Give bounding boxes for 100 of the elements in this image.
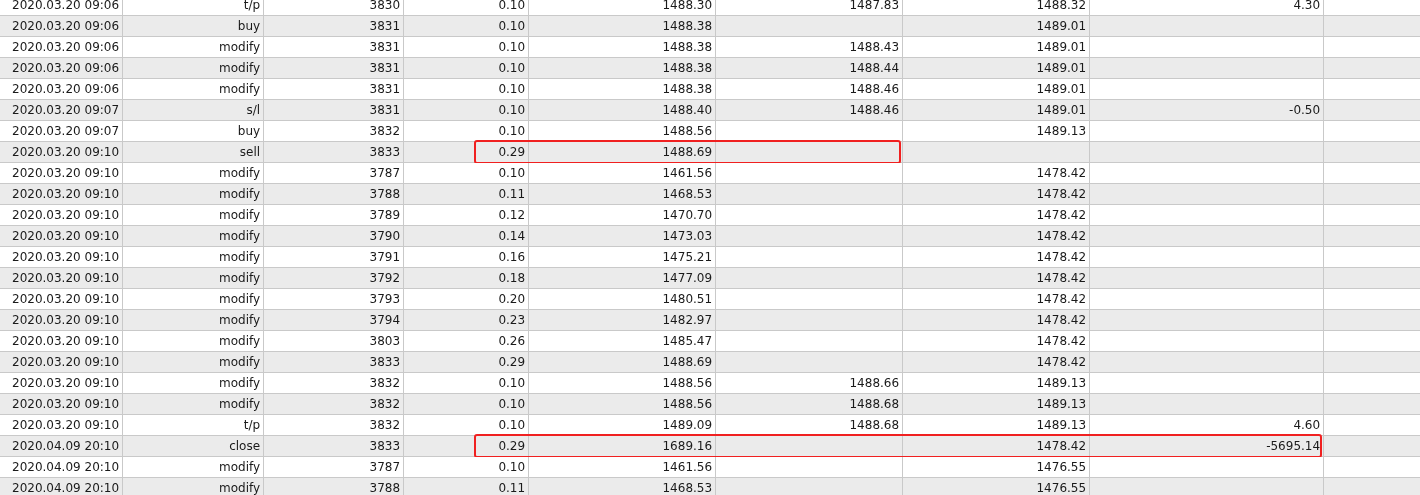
table-cell: 0.10: [498, 19, 526, 33]
table-cell: 0.10: [498, 40, 526, 54]
table-cell: 3831: [369, 61, 401, 75]
table-cell: 2020.03.20 09:10: [12, 271, 120, 285]
table-cell: 3832: [369, 376, 401, 390]
table-cell: 4.30: [1293, 0, 1321, 12]
table-cell: 3793: [369, 292, 401, 306]
table-cell: modify: [219, 313, 261, 327]
table-cell: 1478.42: [1036, 355, 1087, 369]
table-cell: 1478.42: [1036, 313, 1087, 327]
table-cell: modify: [219, 208, 261, 222]
table-cell: close: [229, 439, 261, 453]
table-cell: 1488.46: [849, 82, 900, 96]
table-cell: 1461.56: [662, 166, 713, 180]
table-cell: 1488.69: [662, 145, 713, 159]
table-cell: 3831: [369, 103, 401, 117]
table-cell: 2020.03.20 09:10: [12, 145, 120, 159]
table-cell: 1489.13: [1036, 376, 1087, 390]
table-cell: 2020.03.20 09:10: [12, 313, 120, 327]
table-cell: 2020.03.20 09:10: [12, 250, 120, 264]
table-cell: 1473.03: [662, 229, 713, 243]
table-cell: 2020.03.20 09:07: [12, 124, 120, 138]
table-cell: 1488.38: [662, 19, 713, 33]
table-cell: 3794: [369, 313, 401, 327]
table-cell: 2020.03.20 09:10: [12, 355, 120, 369]
table-cell: 0.11: [498, 481, 526, 495]
table-cell: 3830: [369, 0, 401, 12]
table-cell: 1488.68: [849, 418, 900, 432]
table-cell: 3831: [369, 82, 401, 96]
table-cell: 2020.03.20 09:10: [12, 208, 120, 222]
table-cell: 3790: [369, 229, 401, 243]
table-cell: t/p: [243, 0, 261, 12]
table-cell: 2020.03.20 09:06: [12, 40, 120, 54]
table-cell: 1488.40: [662, 103, 713, 117]
table-cell: 3833: [369, 355, 401, 369]
table-cell: 3833: [369, 145, 401, 159]
table-cell: 0.29: [498, 439, 526, 453]
table-cell: 1468.53: [662, 187, 713, 201]
table-cell: modify: [219, 271, 261, 285]
table-cell: 1488.68: [849, 397, 900, 411]
table-cell: modify: [219, 481, 261, 495]
table-cell: 0.20: [498, 292, 526, 306]
table-cell: 1489.01: [1036, 61, 1087, 75]
table-cell: 1480.51: [662, 292, 713, 306]
table-cell: 3791: [369, 250, 401, 264]
table-cell: 0.10: [498, 0, 526, 12]
table-cell: 1476.55: [1036, 460, 1087, 474]
table-cell: 0.10: [498, 103, 526, 117]
table-cell: 1489.01: [1036, 19, 1087, 33]
table-cell: 3789: [369, 208, 401, 222]
table-cell: 1485.47: [662, 334, 713, 348]
table-cell: buy: [237, 19, 261, 33]
table-cell: 1487.83: [849, 0, 900, 12]
table-cell: sell: [239, 145, 261, 159]
table-cell: -5695.14: [1266, 439, 1321, 453]
table-cell: modify: [219, 187, 261, 201]
table-cell: 1482.97: [662, 313, 713, 327]
table-cell: modify: [219, 82, 261, 96]
table-cell: 1489.13: [1036, 418, 1087, 432]
table-cell: 1468.53: [662, 481, 713, 495]
table-cell: modify: [219, 334, 261, 348]
table-cell: 1478.42: [1036, 292, 1087, 306]
table-cell: 2020.03.20 09:06: [12, 61, 120, 75]
table-cell: 3832: [369, 397, 401, 411]
table-cell: 2020.03.20 09:10: [12, 334, 120, 348]
table-cell: 1477.09: [662, 271, 713, 285]
table-cell: 3787: [369, 460, 401, 474]
table-cell: 1478.42: [1036, 439, 1087, 453]
table-cell: 1488.44: [849, 61, 900, 75]
table-cell: t/p: [243, 418, 261, 432]
table-cell: 2020.03.20 09:06: [12, 19, 120, 33]
table-cell: 2020.03.20 09:06: [12, 0, 120, 12]
table-cell: 2020.04.09 20:10: [12, 439, 120, 453]
table-cell: 3787: [369, 166, 401, 180]
table-cell: 1488.56: [662, 397, 713, 411]
table-cell: 2020.03.20 09:10: [12, 292, 120, 306]
table-cell: 0.18: [498, 271, 526, 285]
table-cell: 1478.42: [1036, 229, 1087, 243]
table-cell: 0.10: [498, 82, 526, 96]
table-cell: 2020.04.09 20:10: [12, 481, 120, 495]
table-cell: 2020.03.20 09:10: [12, 418, 120, 432]
table-cell: s/l: [246, 103, 261, 117]
table-cell: 1488.56: [662, 124, 713, 138]
table-cell: 3792: [369, 271, 401, 285]
table-cell: 2020.03.20 09:10: [12, 376, 120, 390]
table-cell: 0.29: [498, 355, 526, 369]
table-cell: 1489.01: [1036, 82, 1087, 96]
table-cell: 2020.03.20 09:06: [12, 82, 120, 96]
table-cell: 2020.04.09 20:10: [12, 460, 120, 474]
table-cell: 1689.16: [662, 439, 713, 453]
table-cell: modify: [219, 292, 261, 306]
table-cell: 3832: [369, 418, 401, 432]
table-cell: 0.16: [498, 250, 526, 264]
table-cell: 2020.03.20 09:10: [12, 397, 120, 411]
table-cell: modify: [219, 250, 261, 264]
table-cell: modify: [219, 40, 261, 54]
table-cell: 0.10: [498, 124, 526, 138]
table-cell: modify: [219, 460, 261, 474]
table-cell: 2020.03.20 09:07: [12, 103, 120, 117]
table-cell: 0.10: [498, 418, 526, 432]
